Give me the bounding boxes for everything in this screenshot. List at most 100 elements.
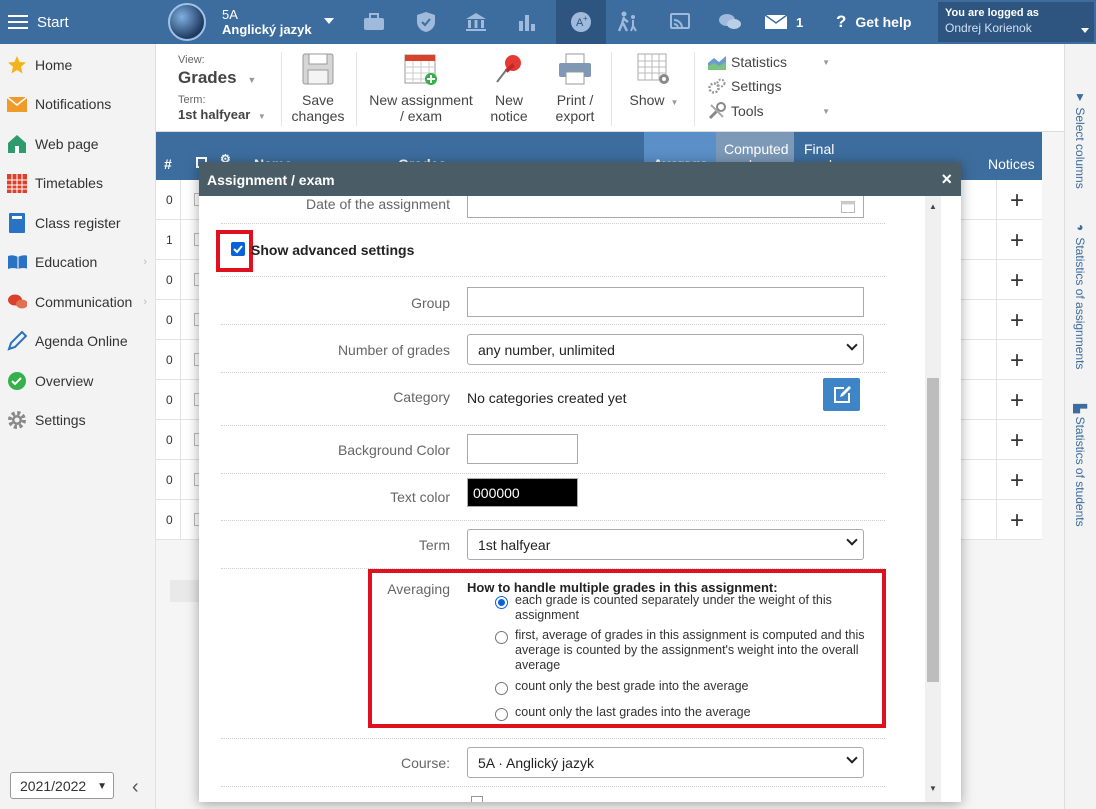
add-notice-icon[interactable]: + bbox=[1010, 227, 1024, 255]
edit-category-button[interactable] bbox=[823, 378, 860, 411]
chevron-down-icon bbox=[846, 752, 858, 764]
messages-button[interactable]: 1 bbox=[764, 0, 810, 44]
averaging-label: Averaging bbox=[387, 581, 450, 597]
class-name: 5A bbox=[222, 7, 238, 22]
stats-assignments-label: Statistics of assignments bbox=[1073, 237, 1087, 370]
sidebar: Home Notifications Web page Timetables C… bbox=[0, 44, 156, 809]
sidebar-item-overview[interactable]: Overview bbox=[0, 361, 155, 401]
chevron-down-icon bbox=[846, 534, 858, 546]
bar-chart-icon[interactable] bbox=[512, 0, 542, 44]
gear-icon bbox=[7, 410, 27, 430]
chevron-down-icon: ▼ bbox=[822, 106, 830, 116]
new-notice-button[interactable]: New notice bbox=[486, 52, 532, 124]
collapse-sidebar-button[interactable]: ‹ bbox=[132, 776, 139, 799]
date-input[interactable] bbox=[467, 196, 864, 218]
new-assignment-button[interactable]: New assignment / exam bbox=[368, 52, 474, 124]
stats-assignments-tab[interactable]: ◕ Statistics of assignments bbox=[1073, 220, 1087, 369]
bank-icon[interactable] bbox=[458, 0, 494, 44]
number-of-grades-select[interactable]: any number, unlimited bbox=[467, 334, 864, 365]
stats-students-tab[interactable]: ▙ Statistics of students bbox=[1073, 404, 1087, 527]
background-color-input[interactable] bbox=[467, 434, 578, 464]
term-label: Term bbox=[418, 537, 450, 553]
add-notice-icon[interactable]: + bbox=[1010, 307, 1024, 335]
dialog-body: Date of the assignment Show advanced set… bbox=[199, 196, 961, 802]
partial-checkbox[interactable] bbox=[471, 796, 483, 802]
print-label: Print / bbox=[556, 92, 594, 108]
start-menu-button[interactable]: Start bbox=[0, 0, 156, 44]
walking-icon[interactable] bbox=[612, 0, 644, 44]
text-color-input[interactable]: 000000 bbox=[467, 478, 578, 507]
print-export-button[interactable]: Print / export bbox=[550, 52, 600, 124]
table-footer-cell bbox=[170, 580, 200, 602]
term-select[interactable]: 1st halfyear bbox=[467, 529, 864, 560]
advanced-settings-row: Show advanced settings bbox=[216, 224, 885, 277]
advanced-settings-checkbox[interactable] bbox=[231, 242, 245, 256]
background-color-label: Background Color bbox=[337, 442, 450, 458]
sidebar-item-label: Education bbox=[35, 254, 98, 271]
chevron-right-icon: › bbox=[143, 256, 147, 269]
course-select[interactable]: 5A · Anglický jazyk bbox=[467, 747, 864, 778]
sidebar-item-web-page[interactable]: Web page bbox=[0, 124, 155, 164]
category-row: Category No categories created yet bbox=[221, 373, 885, 426]
course-row: Course: 5A · Anglický jazyk bbox=[221, 739, 885, 787]
group-input[interactable] bbox=[467, 287, 864, 317]
close-icon[interactable]: × bbox=[941, 169, 952, 190]
class-selector[interactable]: 5A Anglický jazyk bbox=[168, 2, 348, 42]
settings-menu[interactable]: Settings bbox=[708, 78, 782, 94]
cast-icon[interactable] bbox=[664, 0, 696, 44]
sidebar-item-settings[interactable]: Settings bbox=[0, 401, 155, 441]
averaging-row: Averaging How to handle multiple grades … bbox=[221, 569, 886, 739]
sidebar-item-education[interactable]: Education › bbox=[0, 243, 155, 283]
sidebar-item-communication[interactable]: Communication › bbox=[0, 282, 155, 322]
messages-count: 1 bbox=[796, 14, 804, 30]
averaging-option-average-radio[interactable] bbox=[495, 631, 508, 644]
sidebar-item-notifications[interactable]: Notifications bbox=[0, 85, 155, 125]
add-notice-icon[interactable]: + bbox=[1010, 187, 1024, 215]
text-color-row: Text color 000000 bbox=[221, 474, 885, 521]
averaging-option-separate-radio[interactable] bbox=[495, 596, 508, 609]
sidebar-item-timetables[interactable]: Timetables bbox=[0, 164, 155, 204]
chat-icon[interactable] bbox=[714, 0, 746, 44]
save-changes-button[interactable]: Save changes bbox=[286, 52, 350, 124]
add-notice-icon[interactable]: + bbox=[1010, 507, 1024, 535]
floppy-disk-icon bbox=[302, 53, 334, 85]
user-menu[interactable]: You are logged as Ondrej Korienok bbox=[938, 2, 1094, 42]
shield-icon[interactable] bbox=[410, 0, 442, 44]
category-label: Category bbox=[393, 389, 450, 405]
tools-menu[interactable]: Tools ▼ bbox=[708, 102, 830, 120]
sidebar-item-class-register[interactable]: Class register bbox=[0, 203, 155, 243]
new-assignment-label: / exam bbox=[399, 108, 442, 124]
grid-settings-icon bbox=[637, 53, 669, 84]
add-notice-icon[interactable]: + bbox=[1010, 427, 1024, 455]
add-notice-icon[interactable]: + bbox=[1010, 267, 1024, 295]
select-columns-tab[interactable]: ▼ Select columns bbox=[1073, 90, 1087, 189]
dialog-title: Assignment / exam bbox=[207, 172, 335, 188]
new-notice-label: New bbox=[494, 92, 523, 108]
dialog-scrollbar[interactable]: ▲ ▼ bbox=[925, 196, 941, 802]
question-icon: ? bbox=[836, 12, 847, 31]
statistics-menu[interactable]: Statistics ▼ bbox=[708, 54, 830, 70]
grades-icon[interactable]: A + bbox=[556, 0, 606, 44]
calendar-add-icon bbox=[404, 54, 437, 85]
scrollbar-thumb[interactable] bbox=[927, 378, 939, 682]
add-notice-icon[interactable]: + bbox=[1010, 467, 1024, 495]
get-help-button[interactable]: ? Get help bbox=[836, 0, 911, 44]
scroll-down-icon[interactable]: ▼ bbox=[929, 784, 937, 793]
group-row: Group bbox=[221, 277, 885, 325]
bar-chart-icon: ▙ bbox=[1073, 404, 1087, 417]
add-notice-icon[interactable]: + bbox=[1010, 347, 1024, 375]
show-button[interactable]: Show ▼ bbox=[626, 52, 682, 111]
group-label: Group bbox=[411, 295, 450, 311]
sidebar-item-home[interactable]: Home bbox=[0, 45, 155, 85]
term-select[interactable]: 1st halfyear ▼ bbox=[178, 107, 266, 122]
add-notice-icon[interactable]: + bbox=[1010, 387, 1024, 415]
school-year-select[interactable]: 2021/2022 ▼ bbox=[10, 772, 114, 799]
briefcase-icon[interactable] bbox=[358, 0, 390, 44]
view-select[interactable]: Grades ▼ bbox=[178, 68, 256, 88]
number-of-grades-label: Number of grades bbox=[337, 342, 450, 358]
scroll-up-icon[interactable]: ▲ bbox=[929, 202, 937, 211]
sidebar-item-agenda-online[interactable]: Agenda Online bbox=[0, 322, 155, 362]
averaging-option-best-radio[interactable] bbox=[495, 682, 508, 695]
chevron-down-icon bbox=[324, 18, 334, 24]
averaging-option-last-radio[interactable] bbox=[495, 708, 508, 721]
